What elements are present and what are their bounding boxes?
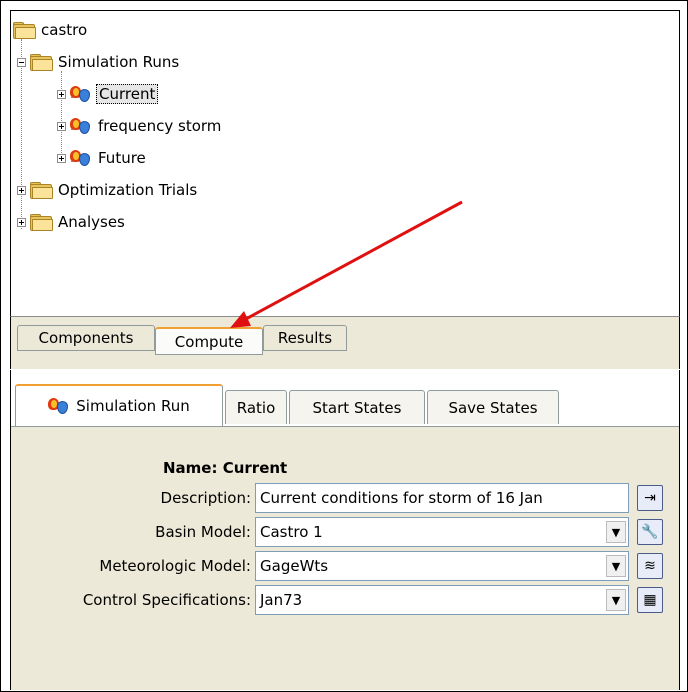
meteorologic-model-value: GageWts [260, 557, 329, 575]
name-display: Name: Current [163, 459, 287, 477]
tab-label: Simulation Run [76, 397, 190, 415]
arrow-shaft [243, 200, 463, 322]
arrow-head [230, 311, 251, 328]
meteorologic-model-select[interactable]: GageWts ▼ [255, 551, 629, 581]
chevron-down-icon[interactable]: ▼ [606, 521, 626, 543]
tab-simulation-run[interactable]: Simulation Run [15, 384, 223, 426]
control-specifications-value: Jan73 [260, 591, 303, 609]
tab-ratio[interactable]: Ratio [225, 390, 287, 424]
simulation-run-form: Name: Current Description: Current condi… [11, 427, 679, 690]
basin-model-select[interactable]: Castro 1 ▼ [255, 517, 629, 547]
description-editor-icon[interactable]: ⇥ [637, 485, 663, 511]
meteorologic-model-icon[interactable]: ≋ [637, 553, 663, 579]
name-label: Name: [163, 459, 218, 477]
tab-label: Save States [448, 398, 538, 417]
description-label: Description: [160, 489, 251, 507]
tab-label: Start States [312, 398, 402, 417]
run-tab-bar: Simulation Run Ratio Start States Save S… [11, 370, 679, 427]
chevron-down-icon[interactable]: ▼ [606, 555, 626, 577]
chevron-down-icon[interactable]: ▼ [606, 589, 626, 611]
name-value: Current [222, 459, 288, 477]
control-specifications-label: Control Specifications: [82, 591, 251, 609]
component-editor-panel: Simulation Run Ratio Start States Save S… [10, 370, 680, 690]
basin-model-value: Castro 1 [260, 523, 323, 541]
tab-save-states[interactable]: Save States [427, 390, 559, 424]
basin-model-wrench-icon[interactable]: 🔧 [637, 519, 663, 545]
description-value: Current conditions for storm of 16 Jan [260, 489, 543, 507]
control-specifications-select[interactable]: Jan73 ▼ [255, 585, 629, 615]
calendar-icon[interactable]: ▦ [637, 587, 663, 613]
description-field[interactable]: Current conditions for storm of 16 Jan [255, 483, 629, 513]
tab-label: Ratio [236, 398, 276, 417]
tab-start-states[interactable]: Start States [289, 390, 425, 424]
meteorologic-model-label: Meteorologic Model: [99, 557, 251, 575]
simulation-run-icon [48, 397, 70, 415]
basin-model-label: Basin Model: [155, 523, 251, 541]
